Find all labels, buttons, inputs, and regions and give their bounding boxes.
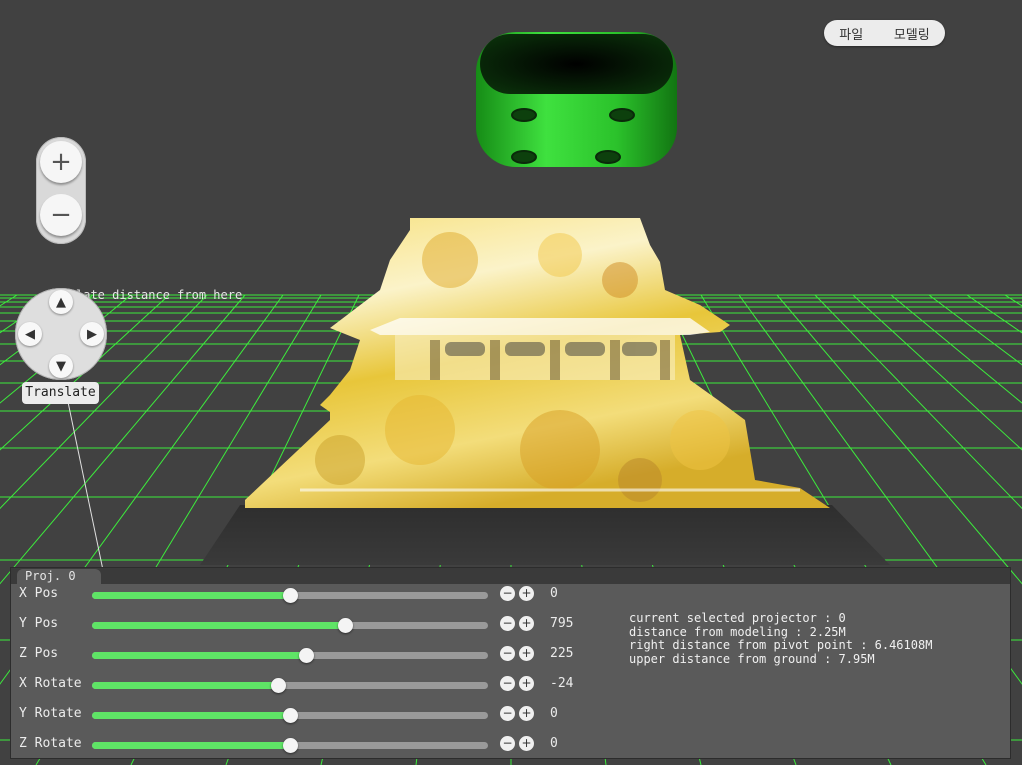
- slider-knob[interactable]: [283, 588, 298, 603]
- projector-device[interactable]: [476, 32, 677, 167]
- slider-fill: [92, 622, 345, 629]
- slider-fill: [92, 712, 290, 719]
- slider-label: X Pos: [19, 586, 59, 601]
- ground-shadow: [200, 505, 890, 565]
- decrement-button[interactable]: −: [500, 646, 515, 661]
- zoom-in-button[interactable]: +: [40, 141, 82, 183]
- slider-value: -24: [550, 676, 574, 691]
- increment-button[interactable]: +: [519, 586, 534, 601]
- slider-row-x-rotate: X Rotate − + -24: [11, 674, 611, 696]
- slider-fill: [92, 682, 278, 689]
- slider-value: 0: [550, 586, 558, 601]
- slider-label: Y Rotate: [19, 706, 82, 721]
- info-selected-projector: current selected projector : 0: [629, 611, 846, 625]
- menu-modeling[interactable]: 모델링: [888, 24, 936, 43]
- slider-label: X Rotate: [19, 676, 82, 691]
- menu-file[interactable]: 파일: [833, 24, 869, 43]
- slider-label: Z Pos: [19, 646, 59, 661]
- increment-button[interactable]: +: [519, 676, 534, 691]
- info-upper-distance: upper distance from ground : 7.95M: [629, 651, 875, 666]
- slider-track[interactable]: [92, 678, 488, 693]
- increment-button[interactable]: +: [519, 706, 534, 721]
- slider-fill: [92, 592, 290, 599]
- top-menu: 파일 모델링: [824, 20, 945, 46]
- increment-button[interactable]: +: [519, 616, 534, 631]
- slider-value: 0: [550, 736, 558, 751]
- translate-dpad: ▲ ▼ ◀ ▶: [15, 288, 107, 380]
- slider-track[interactable]: [92, 738, 488, 753]
- decrement-button[interactable]: −: [500, 586, 515, 601]
- slider-knob[interactable]: [283, 708, 298, 723]
- slider-row-z-pos: Z Pos − +225: [11, 644, 611, 666]
- slider-track[interactable]: [92, 618, 488, 633]
- slider-track[interactable]: [92, 648, 488, 663]
- slider-fill: [92, 652, 306, 659]
- slider-track[interactable]: [92, 588, 488, 603]
- panel-tabbar: Proj. 0: [11, 568, 1010, 584]
- decrement-button[interactable]: −: [500, 616, 515, 631]
- leader-line: [67, 401, 105, 576]
- slider-row-y-rotate: Y Rotate − +0: [11, 704, 611, 726]
- tab-proj-0[interactable]: Proj. 0: [17, 569, 101, 584]
- slider-value: 795: [550, 616, 574, 631]
- slider-label: Z Rotate: [19, 736, 82, 751]
- slider-value: 0: [550, 706, 558, 721]
- decrement-button[interactable]: −: [500, 706, 515, 721]
- zoom-control: + −: [36, 137, 86, 244]
- info-right-distance: right distance from pivot point : 6.4610…: [629, 638, 933, 652]
- slider-track[interactable]: [92, 708, 488, 723]
- decrement-button[interactable]: −: [500, 736, 515, 751]
- slider-row-x-pos: X Pos − +0: [11, 584, 611, 606]
- slider-fill: [92, 742, 290, 749]
- info-distance-modeling: distance from modeling : 2.25M: [629, 624, 846, 639]
- increment-button[interactable]: +: [519, 736, 534, 751]
- slider-value: 225: [550, 646, 574, 661]
- slider-knob[interactable]: [338, 618, 353, 633]
- arrow-right-icon[interactable]: ▶: [80, 322, 104, 346]
- zoom-out-button[interactable]: −: [40, 194, 82, 236]
- arrow-down-icon[interactable]: ▼: [49, 354, 73, 378]
- translate-hint: late distance from here: [76, 288, 243, 302]
- translate-label[interactable]: Translate: [22, 382, 99, 404]
- slider-knob[interactable]: [271, 678, 286, 693]
- projector-info: current selected projector : 0 distance …: [629, 611, 933, 666]
- slider-knob[interactable]: [299, 648, 314, 663]
- arrow-left-icon[interactable]: ◀: [18, 322, 42, 346]
- slider-row-z-rotate: Z Rotate − +0: [11, 734, 611, 756]
- slider-knob[interactable]: [283, 738, 298, 753]
- projector-panel: Proj. 0 X Pos − +0 Y Pos − +795 Z Pos − +225 X Ro…: [10, 567, 1011, 759]
- increment-button[interactable]: +: [519, 646, 534, 661]
- arrow-up-icon[interactable]: ▲: [49, 290, 73, 314]
- slider-label: Y Pos: [19, 616, 59, 631]
- slider-row-y-pos: Y Pos − +795: [11, 614, 611, 636]
- decrement-button[interactable]: −: [500, 676, 515, 691]
